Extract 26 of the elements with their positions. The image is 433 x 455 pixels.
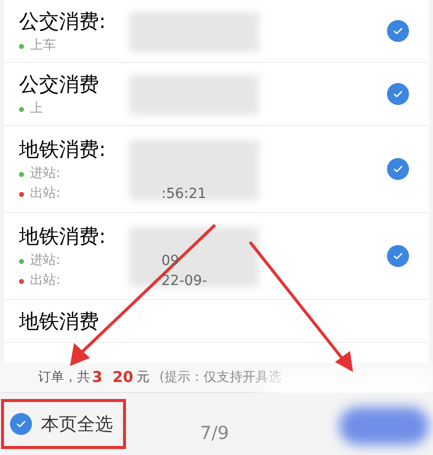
line-label: 出站: — [30, 273, 60, 289]
item-title: 地铁消费: — [19, 136, 106, 162]
line-label: 上 — [30, 101, 43, 117]
line-label: 上车 — [30, 38, 56, 54]
page-indicator: 7/9 — [200, 422, 229, 446]
item-title: 公交消费: — [19, 8, 106, 34]
amount-text: 20 — [112, 367, 134, 388]
checkbox[interactable] — [387, 245, 409, 267]
checkbox[interactable] — [387, 83, 409, 105]
select-all-label[interactable]: 本页全选 — [41, 410, 113, 438]
amount-text: 3 — [92, 367, 102, 388]
blurred-button[interactable] — [339, 407, 429, 445]
unit-text: 元 — [136, 368, 150, 387]
line-value: 22-09- — [161, 273, 208, 289]
checkbox[interactable] — [10, 413, 32, 435]
line-label: 出站: — [30, 186, 60, 202]
checkbox[interactable] — [387, 158, 409, 180]
line-label: 进站: — [30, 166, 60, 182]
line-label: 进站: — [30, 253, 60, 269]
line-value: :56:21 — [161, 186, 206, 202]
item-title: 公交消费 — [19, 71, 99, 97]
item-title: 地铁消费: — [19, 223, 106, 249]
checkbox[interactable] — [387, 20, 409, 42]
hint-text: (提示：仅支持开具选 — [159, 368, 282, 387]
item-title: 地铁消费 — [19, 308, 99, 334]
summary-text: 订单，共 — [38, 368, 90, 387]
